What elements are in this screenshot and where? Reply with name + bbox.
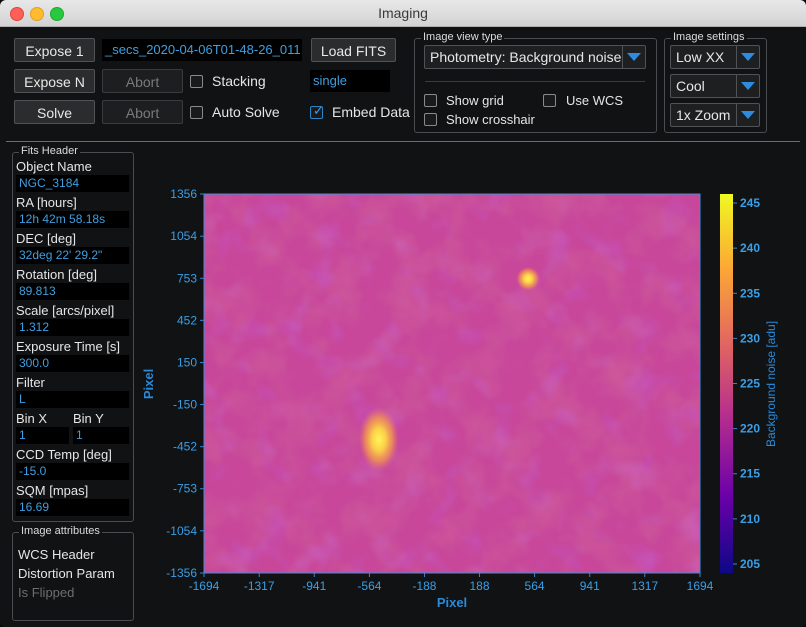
x-tick-label: 941	[580, 579, 600, 593]
y-tick-label: 1356	[170, 187, 197, 201]
x-tick-label: -941	[302, 579, 326, 593]
colorbar-tick-label: 235	[740, 286, 760, 300]
y-tick-label: -1054	[166, 524, 197, 538]
y-tick-label: -452	[173, 440, 197, 454]
x-tick-label: -1317	[244, 579, 275, 593]
heatmap-noise-cool	[204, 194, 700, 573]
colorbar-tick-label: 210	[740, 512, 760, 526]
x-tick-label: 1317	[631, 579, 658, 593]
y-tick-label: -753	[173, 482, 197, 496]
colorbar-tick-label: 220	[740, 422, 760, 436]
colorbar-tick-label: 230	[740, 331, 760, 345]
heatmap-image	[204, 194, 700, 573]
x-tick-label: -1694	[189, 579, 220, 593]
x-tick-label: 564	[525, 579, 545, 593]
colorbar-tick-label: 225	[740, 377, 760, 391]
colorbar-tick-label: 245	[740, 196, 760, 210]
y-axis-label: Pixel	[141, 369, 156, 399]
x-tick-label: 1694	[687, 579, 714, 593]
colorbar-tick-label: 240	[740, 241, 760, 255]
imaging-window: Imaging Expose 1 Expose N Solve _secs_20…	[0, 0, 806, 627]
y-tick-label: 753	[177, 271, 197, 285]
x-tick-label: -564	[357, 579, 381, 593]
y-tick-label: 150	[177, 356, 197, 370]
x-tick-label: 188	[470, 579, 490, 593]
colorbar-label: Background noise [adu]	[764, 321, 778, 447]
y-tick-label: 452	[177, 313, 197, 327]
hotspot-1	[358, 407, 399, 472]
colorbar	[720, 194, 733, 573]
colorbar-ticks: 205 210 215 220 225 230 235 240 245	[733, 196, 760, 571]
y-tick-label: 1054	[170, 229, 197, 243]
y-tick-label: -150	[173, 397, 197, 411]
hotspot-2	[516, 266, 541, 291]
background-noise-heatmap-chart[interactable]: -1694 -1317 -941 -564 -188 188 564 941 1317 1694 …	[0, 0, 806, 627]
x-tick-label: -188	[412, 579, 436, 593]
x-axis: -1694 -1317 -941 -564 -188 188 564 941 1317 1694	[189, 573, 714, 593]
x-axis-label: Pixel	[437, 595, 467, 610]
colorbar-tick-label: 215	[740, 467, 760, 481]
colorbar-tick-label: 205	[740, 557, 760, 571]
y-tick-label: -1356	[166, 566, 197, 580]
y-axis: 1356 1054 753 452 150 -150 -452 -753 -1054 -1356	[166, 187, 204, 580]
